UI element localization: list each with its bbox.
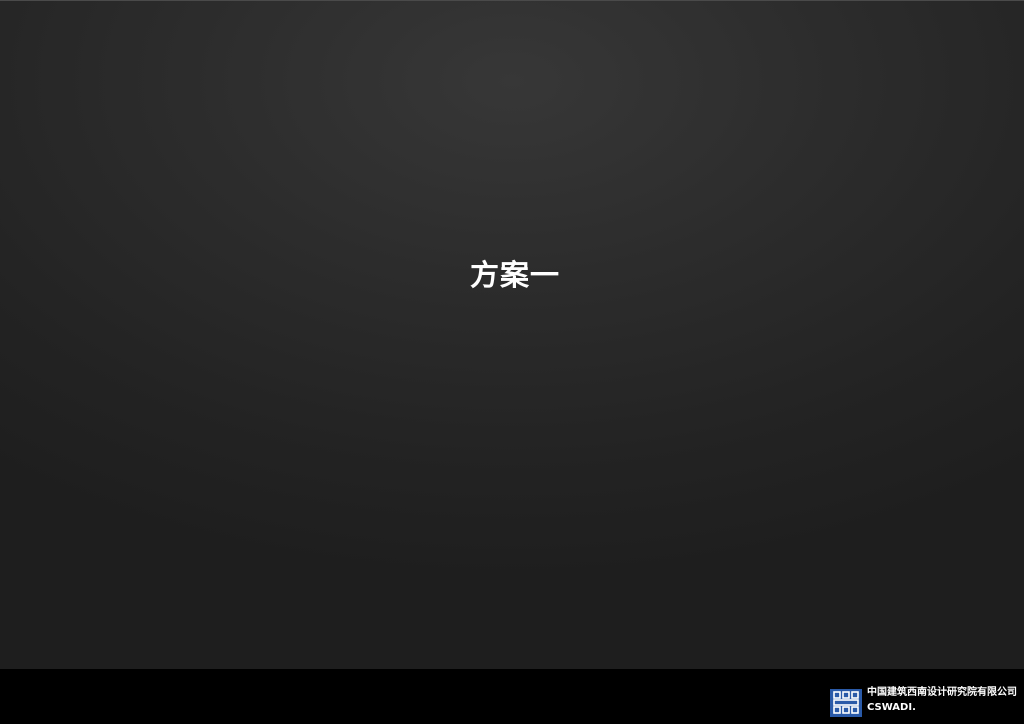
cswadi-logo-icon	[830, 689, 862, 717]
slide: 方案一 中国建筑西南设计研究院有限公司 CSWADI.	[0, 0, 1024, 724]
company-name-cn: 中国建筑西南设计研究院有限公司	[867, 687, 1017, 698]
slide-stage: 方案一	[0, 0, 1024, 669]
company-name-en: CSWADI.	[867, 702, 916, 713]
slide-title: 方案一	[469, 258, 560, 292]
